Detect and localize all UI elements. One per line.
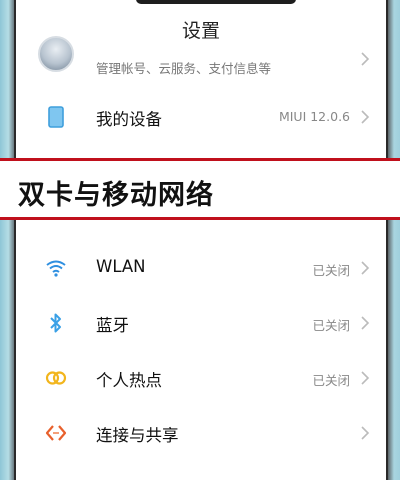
phone-icon	[44, 105, 68, 129]
hotspot-row[interactable]: 个人热点 已关闭	[16, 353, 386, 403]
hotspot-icon	[44, 366, 68, 390]
my-device-row[interactable]: 我的设备 MIUI 12.0.6	[16, 92, 386, 142]
bluetooth-label: 蓝牙	[96, 316, 129, 335]
connection-share-label: 连接与共享	[96, 426, 179, 445]
avatar	[38, 36, 74, 72]
wifi-icon	[44, 256, 68, 280]
connection-share-icon	[44, 421, 68, 445]
top-bezel	[136, 0, 296, 4]
wlan-label: WLAN	[96, 257, 146, 276]
hotspot-label: 个人热点	[96, 371, 162, 390]
bluetooth-status: 已关闭	[312, 318, 350, 333]
connection-share-row[interactable]: 连接与共享	[16, 408, 386, 458]
chevron-right-icon	[361, 261, 370, 275]
miui-version: MIUI 12.0.6	[278, 109, 350, 124]
my-device-label: 我的设备	[96, 110, 162, 129]
phone-bezel-left	[0, 0, 14, 480]
bluetooth-row[interactable]: 蓝牙 已关闭	[16, 298, 386, 348]
settings-screen: 设置 管理帐号、云服务、支付信息等 我的设备 MIUI 12.0.6 WLAN …	[14, 0, 388, 480]
account-row[interactable]: 管理帐号、云服务、支付信息等	[16, 36, 386, 86]
caption-text: 双卡与移动网络	[18, 180, 214, 211]
hotspot-status: 已关闭	[312, 373, 350, 388]
chevron-right-icon	[361, 52, 370, 66]
account-subtitle: 管理帐号、云服务、支付信息等	[96, 61, 272, 76]
chevron-right-icon	[361, 316, 370, 330]
bluetooth-icon	[44, 311, 68, 335]
phone-bezel-right	[388, 0, 400, 480]
wlan-status: 已关闭	[312, 263, 350, 278]
chevron-right-icon	[361, 110, 370, 124]
chevron-right-icon	[361, 371, 370, 385]
chevron-right-icon	[361, 426, 370, 440]
page-title: 设置	[181, 20, 220, 42]
wlan-row[interactable]: WLAN 已关闭	[16, 243, 386, 293]
caption-banner: 双卡与移动网络	[0, 158, 400, 220]
